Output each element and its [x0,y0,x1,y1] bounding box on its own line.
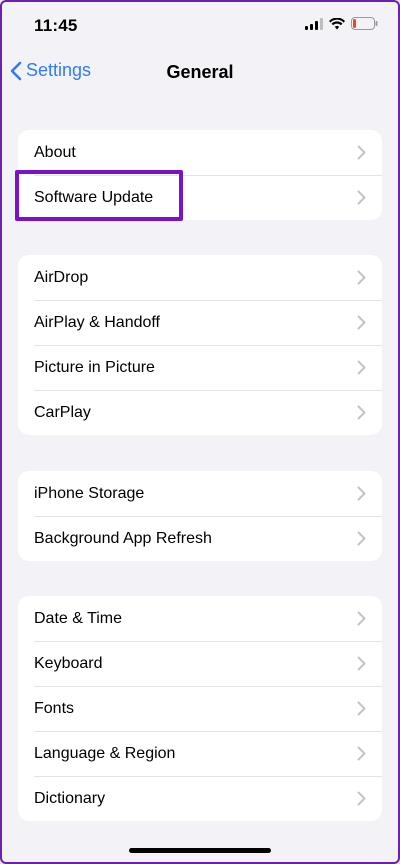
row-label: Language & Region [34,744,176,762]
row-software-update[interactable]: Software Update [18,175,382,220]
row-fonts[interactable]: Fonts [18,686,382,731]
page-title: General [166,62,234,82]
settings-group-4: Date & Time Keyboard Fonts Language & Re… [18,596,382,821]
chevron-right-icon [357,531,366,546]
row-label: Date & Time [34,609,123,627]
row-keyboard[interactable]: Keyboard [18,641,382,686]
wifi-icon [329,17,345,30]
row-iphone-storage[interactable]: iPhone Storage [18,471,382,516]
chevron-right-icon [357,405,366,420]
row-label: Picture in Picture [34,358,155,376]
chevron-right-icon [357,270,366,285]
row-picture-in-picture[interactable]: Picture in Picture [18,345,382,390]
row-label: CarPlay [34,403,91,421]
chevron-right-icon [357,746,366,761]
row-label: iPhone Storage [34,484,145,502]
chevron-right-icon [357,656,366,671]
row-about[interactable]: About [18,130,382,175]
row-language-region[interactable]: Language & Region [18,731,382,776]
navigation-bar: Settings General [0,52,400,92]
row-label: AirDrop [34,268,89,286]
chevron-right-icon [357,360,366,375]
row-airplay-handoff[interactable]: AirPlay & Handoff [18,300,382,345]
row-label: Background App Refresh [34,529,212,547]
row-label: Dictionary [34,789,106,807]
row-label: Keyboard [34,654,103,672]
home-indicator[interactable] [129,848,271,853]
status-bar: 11:45 [0,0,400,50]
chevron-right-icon [357,701,366,716]
row-carplay[interactable]: CarPlay [18,390,382,435]
row-background-app-refresh[interactable]: Background App Refresh [18,516,382,561]
settings-group-1: About Software Update [18,130,382,220]
battery-icon [351,17,378,30]
settings-group-2: AirDrop AirPlay & Handoff Picture in Pic… [18,255,382,435]
chevron-right-icon [357,791,366,806]
row-label: AirPlay & Handoff [34,313,160,331]
chevron-right-icon [357,611,366,626]
cellular-signal-icon [305,17,323,30]
status-icons [305,17,378,30]
settings-group-3: iPhone Storage Background App Refresh [18,471,382,561]
row-airdrop[interactable]: AirDrop [18,255,382,300]
chevron-right-icon [357,145,366,160]
row-date-time[interactable]: Date & Time [18,596,382,641]
row-label: About [34,143,76,161]
chevron-right-icon [357,486,366,501]
chevron-right-icon [357,190,366,205]
row-label: Software Update [34,188,154,206]
status-time: 11:45 [34,16,78,35]
row-label: Fonts [34,699,75,717]
chevron-right-icon [357,315,366,330]
row-dictionary[interactable]: Dictionary [18,776,382,821]
